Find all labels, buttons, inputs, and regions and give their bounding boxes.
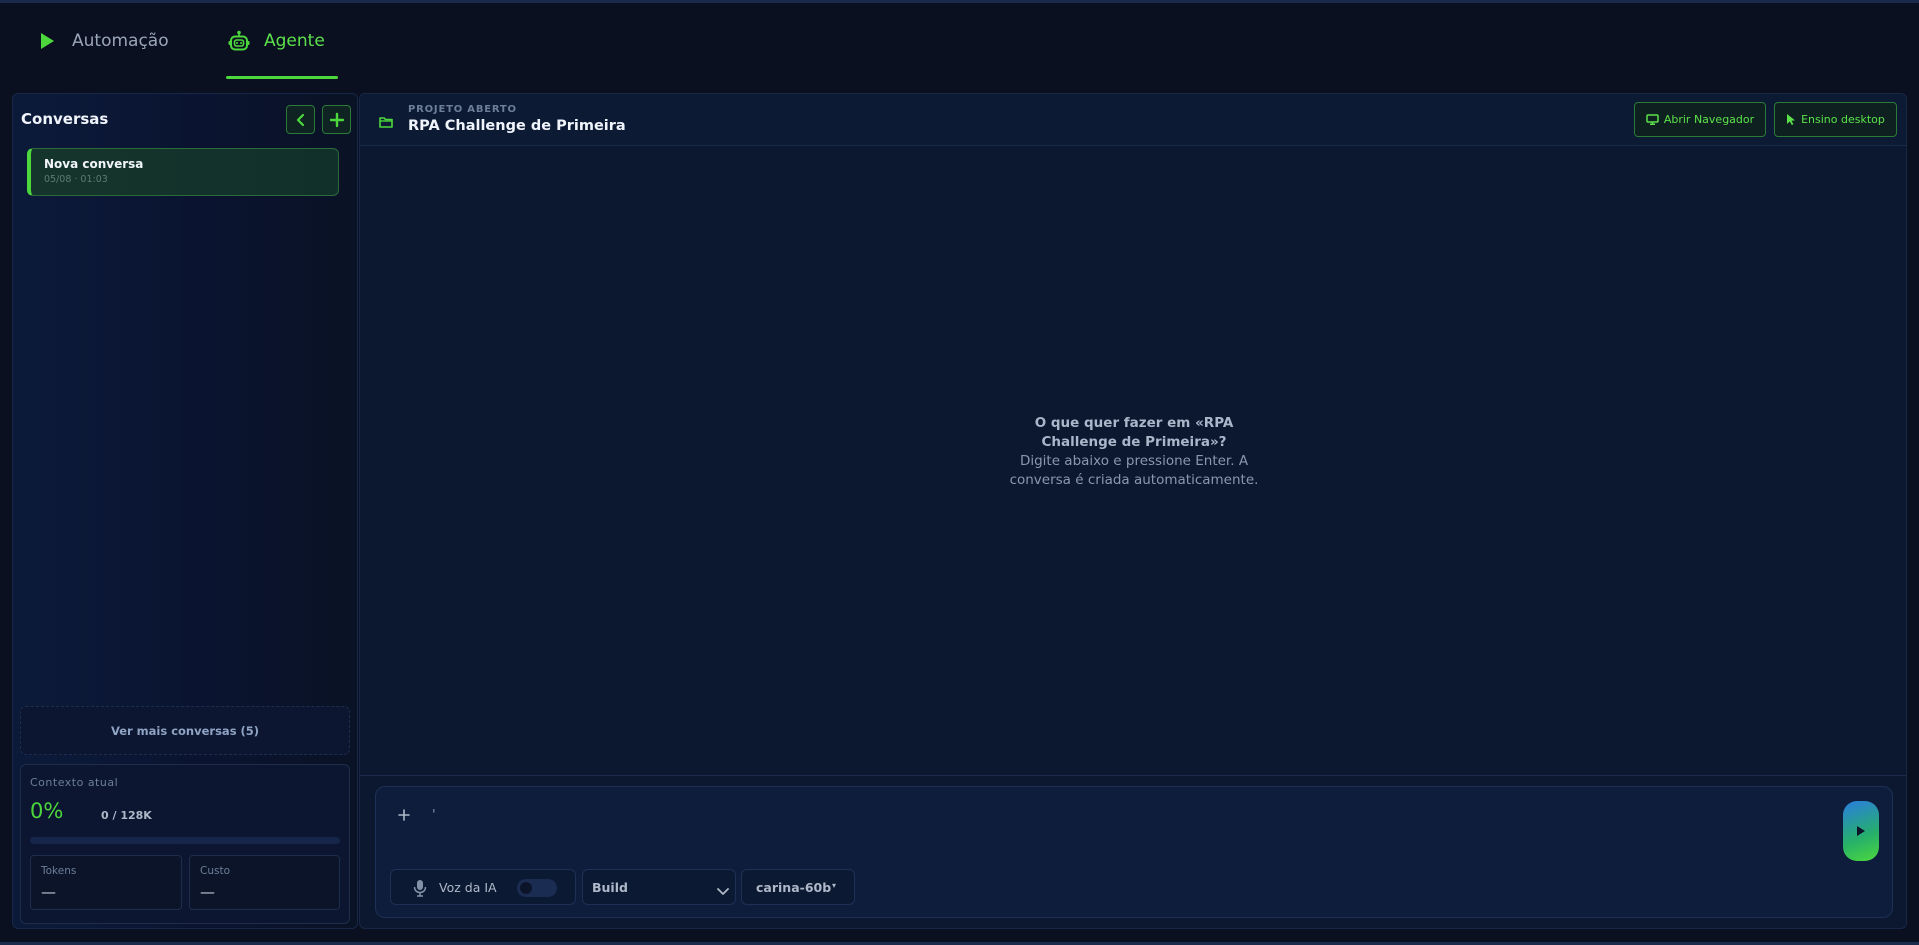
chevron-left-icon [296, 113, 304, 126]
conversations-sidebar: Conversas Nova conversa 05/08 · 01:03 Ve… [12, 93, 358, 929]
sidebar-title: Conversas [21, 110, 109, 128]
tokens-label: Tokens [41, 865, 77, 877]
cost-value: — [200, 883, 215, 901]
tokens-stat: Tokens — [30, 855, 182, 910]
mode-value: Build [592, 880, 628, 895]
send-button[interactable] [1843, 801, 1879, 861]
context-token-count: 0 / 128K [101, 809, 152, 822]
project-label: PROJETO ABERTO [408, 104, 517, 115]
message-composer: Voz da IA Build carina-60b ▾ [375, 786, 1893, 918]
top-tabs: Automação Agente [0, 0, 1919, 80]
context-percent: 0% [30, 799, 64, 823]
empty-state-title: O que quer fazer em «RPA Challenge de Pr… [1034, 415, 1234, 450]
folder-icon [379, 113, 393, 132]
tab-agente-label: Agente [264, 31, 325, 51]
monitor-icon [1646, 114, 1659, 125]
conversation-name: Nova conversa [44, 157, 144, 171]
message-input[interactable] [432, 801, 1752, 829]
voice-label: Voz da IA [439, 880, 497, 895]
tab-agente[interactable]: Agente [228, 26, 325, 56]
voice-toggle[interactable] [517, 879, 557, 897]
play-icon [36, 30, 58, 52]
chevron-down-icon [716, 882, 730, 901]
voice-control: Voz da IA [390, 869, 576, 905]
conversation-date: 05/08 · 01:03 [44, 174, 108, 185]
open-browser-label: Abrir Navegador [1663, 113, 1755, 126]
robot-icon [228, 30, 250, 52]
plus-icon [398, 809, 410, 821]
desktop-teaching-button[interactable]: Ensino desktop [1774, 102, 1897, 137]
caret-down-icon: ▾ [832, 881, 837, 890]
cost-label: Custo [200, 865, 230, 877]
model-value: carina-60b [756, 880, 832, 895]
cursor-icon [1787, 114, 1796, 125]
composer-divider [360, 775, 1906, 776]
empty-state: O que quer fazer em «RPA Challenge de Pr… [1000, 414, 1268, 490]
microphone-icon [413, 879, 427, 901]
cost-stat: Custo — [189, 855, 340, 910]
more-conversations-button[interactable]: Ver mais conversas (5) [20, 706, 350, 755]
tab-automacao[interactable]: Automação [36, 26, 169, 56]
context-panel: Contexto atual 0% 0 / 128K Tokens — Cust… [20, 764, 350, 924]
voice-toggle-knob [520, 882, 532, 894]
active-tab-indicator [226, 76, 338, 79]
tab-automacao-label: Automação [72, 31, 169, 51]
tokens-value: — [41, 883, 56, 901]
desktop-teaching-label: Ensino desktop [1801, 113, 1885, 126]
attach-button[interactable] [394, 805, 414, 825]
plus-icon [329, 112, 344, 127]
open-browser-button[interactable]: Abrir Navegador [1634, 102, 1766, 137]
new-conversation-button[interactable] [322, 105, 351, 134]
project-header: PROJETO ABERTO RPA Challenge de Primeira… [360, 94, 1906, 146]
mode-select[interactable]: Build [582, 869, 736, 905]
chat-panel: PROJETO ABERTO RPA Challenge de Primeira… [359, 93, 1907, 929]
send-icon [1857, 826, 1865, 836]
model-select[interactable]: carina-60b ▾ [741, 869, 855, 905]
collapse-sidebar-button[interactable] [286, 105, 315, 134]
empty-state-subtitle: Digite abaixo e pressione Enter. A conve… [1009, 453, 1259, 488]
project-name: RPA Challenge de Primeira [408, 118, 626, 134]
conversation-item[interactable]: Nova conversa 05/08 · 01:03 [27, 148, 339, 196]
context-progress-bar [30, 837, 340, 844]
context-label: Contexto atual [30, 776, 119, 789]
